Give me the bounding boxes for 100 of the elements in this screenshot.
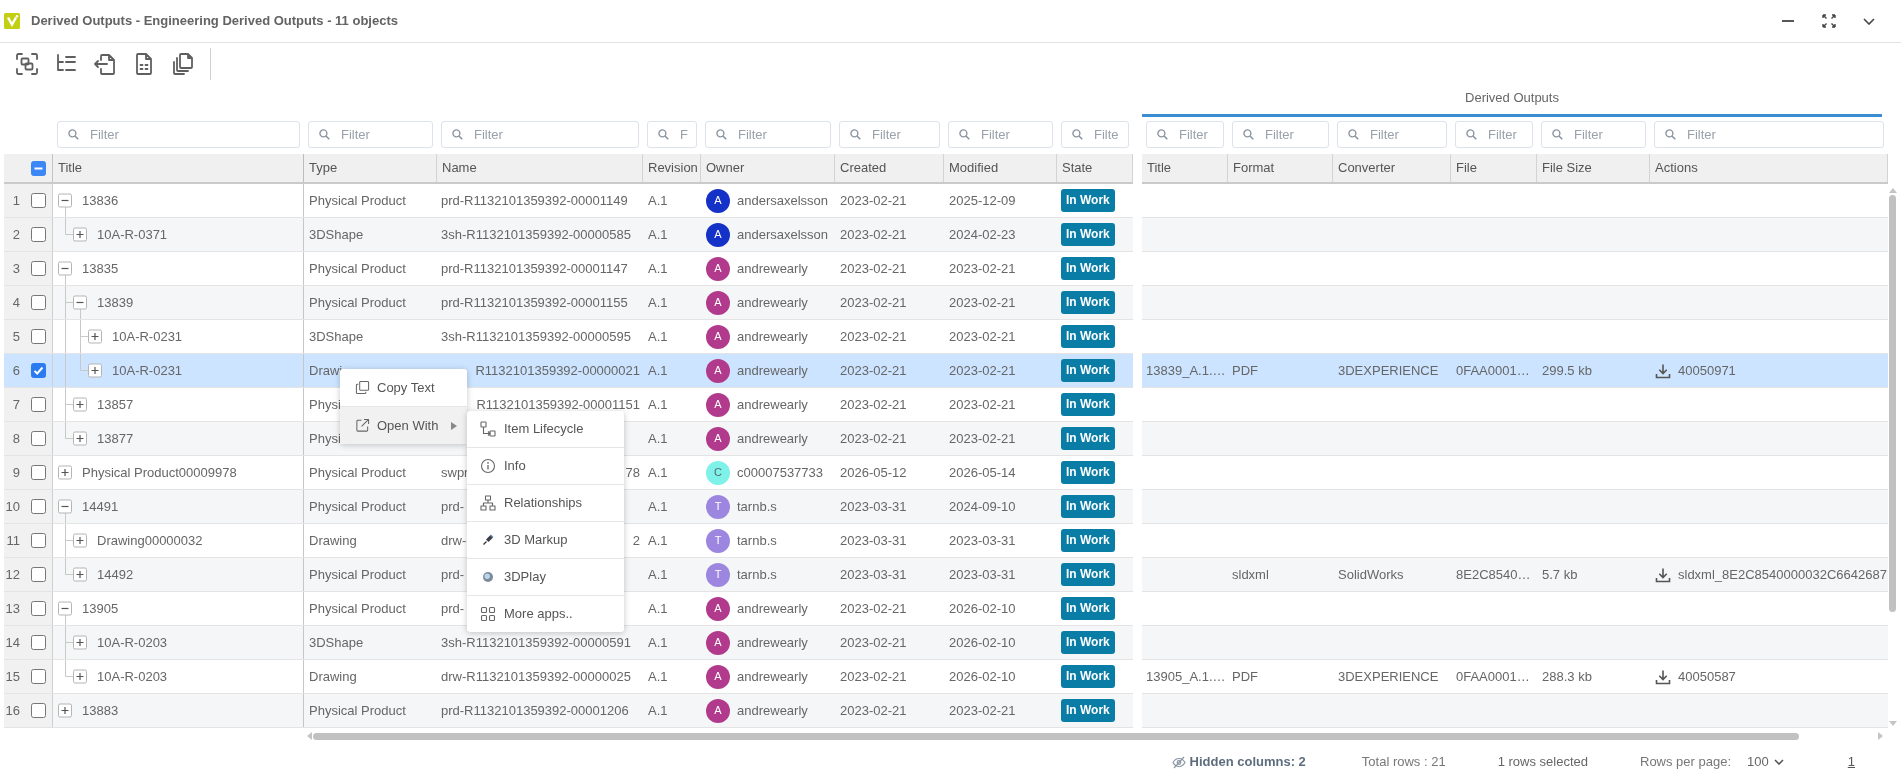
vertical-scrollbar-thumb[interactable] xyxy=(1889,195,1896,612)
table-row[interactable]: 16 13883 Physical Product prd-R1132101359392-00001206 A.1 A andrewearly 2023-02-21 2023-02-21 In Work xyxy=(4,694,1133,728)
filter-field[interactable]: Filter xyxy=(1455,121,1533,148)
item-title[interactable]: Physical Product00009978 xyxy=(82,462,237,483)
horizontal-scrollbar-thumb[interactable] xyxy=(313,732,1799,740)
menu-item[interactable]: 3DPlay xyxy=(467,558,624,595)
column-header[interactable]: File xyxy=(1451,154,1537,182)
row-checkbox[interactable] xyxy=(31,669,46,684)
item-title[interactable]: 10A-R-0371 xyxy=(97,224,168,245)
expand-icon[interactable] xyxy=(73,567,87,582)
column-header[interactable]: Converter xyxy=(1333,154,1451,182)
row-checkbox[interactable] xyxy=(31,193,46,208)
table-row[interactable]: 5 10A-R-0231 3DShape 3sh-R1132101359392-00000595 A.1 A andrewearly 2023-02-21 2023-02-21 In Work xyxy=(4,320,1133,354)
item-title[interactable]: Drawing00000032 xyxy=(97,530,203,551)
item-title[interactable]: 13905 xyxy=(82,598,119,619)
column-header[interactable]: Format xyxy=(1228,154,1333,182)
table-row[interactable]: 1 13836 Physical Product prd-R1132101359392-00001149 A.1 A andersaxelsson 2023-02-21 2025-12-09 In Work xyxy=(4,184,1133,218)
item-title[interactable]: 13883 xyxy=(82,700,119,721)
chevron-down-icon[interactable] xyxy=(1863,17,1875,25)
row-checkbox[interactable] xyxy=(31,397,46,412)
item-title[interactable]: 10A-R-0203 xyxy=(97,632,168,653)
menu-item[interactable]: Relationships xyxy=(467,484,624,521)
row-checkbox[interactable] xyxy=(31,227,46,242)
table-row[interactable]: 2 10A-R-0371 3DShape 3sh-R1132101359392-00000585 A.1 A andersaxelsson 2023-02-21 2024-02-23 In Work xyxy=(4,218,1133,252)
column-header[interactable]: File Size xyxy=(1537,154,1650,182)
row-checkbox[interactable] xyxy=(31,465,46,480)
menu-item[interactable]: Info xyxy=(467,447,624,484)
row-checkbox[interactable] xyxy=(31,329,46,344)
expand-icon[interactable] xyxy=(58,703,72,718)
download-link[interactable]: 40050971 xyxy=(1655,360,1736,381)
table-row[interactable]: 15 10A-R-0203 Drawing drw-R1132101359392-00000025 A.1 A andrewearly 2023-02-21 2026-02-10 In Work xyxy=(4,660,1133,694)
menu-item[interactable]: Open With xyxy=(340,406,467,444)
filter-field[interactable]: Filter xyxy=(1232,121,1329,148)
filter-field[interactable]: Filter xyxy=(705,121,831,148)
filter-field[interactable]: Filter xyxy=(308,121,433,148)
column-header[interactable]: Title xyxy=(1142,154,1228,182)
column-header[interactable]: Created xyxy=(835,154,944,182)
output-row[interactable]: sldxml SolidWorks 8E2C8540… 5.7 kb sldxml_8E2C8540000032C6642687 xyxy=(1142,558,1888,592)
item-title[interactable]: 13839 xyxy=(97,292,134,313)
item-title[interactable]: 14491 xyxy=(82,496,119,517)
item-title[interactable]: 14492 xyxy=(97,564,134,585)
filter-field[interactable]: Filter xyxy=(1146,121,1224,148)
row-checkbox[interactable] xyxy=(31,295,46,310)
table-row[interactable]: 4 13839 Physical Product prd-R1132101359392-00001155 A.1 A andrewearly 2023-02-21 2023-02-21 In Work xyxy=(4,286,1133,320)
column-header[interactable]: Actions xyxy=(1650,154,1888,182)
file-arrow-icon[interactable] xyxy=(93,51,117,76)
table-row[interactable]: 3 13835 Physical Product prd-R1132101359392-00001147 A.1 A andrewearly 2023-02-21 2023-02-21 In Work xyxy=(4,252,1133,286)
page-link[interactable]: 1 xyxy=(1847,752,1855,772)
filter-field[interactable]: Filter xyxy=(441,121,639,148)
download-link[interactable]: sldxml_8E2C8540000032C6642687 xyxy=(1655,564,1887,585)
column-header[interactable]: Name xyxy=(437,154,643,182)
column-header[interactable]: Owner xyxy=(701,154,835,182)
rows-per-page-dropdown[interactable]: 100 xyxy=(1745,752,1786,772)
column-header[interactable]: Modified xyxy=(944,154,1057,182)
document-stack-icon[interactable] xyxy=(171,51,195,76)
filter-field[interactable]: Filter xyxy=(1541,121,1646,148)
row-checkbox[interactable] xyxy=(31,499,46,514)
item-title[interactable]: 10A-R-0231 xyxy=(112,326,183,347)
item-title[interactable]: 10A-R-0203 xyxy=(97,666,168,687)
column-header[interactable]: State xyxy=(1057,154,1133,182)
output-row[interactable]: 13839_A.1.… PDF 3DEXPERIENCE 0FAA0001… 299.5 kb 40050971 xyxy=(1142,354,1888,388)
download-link[interactable]: 40050587 xyxy=(1655,666,1736,687)
filter-field[interactable]: Filter xyxy=(57,121,300,148)
column-header[interactable]: Title xyxy=(53,154,304,182)
expand-icon[interactable] xyxy=(73,431,87,446)
row-checkbox[interactable] xyxy=(31,533,46,548)
row-checkbox[interactable] xyxy=(31,567,46,582)
table-row[interactable]: 14 10A-R-0203 3DShape 3sh-R1132101359392-00000591 A.1 A andrewearly 2023-02-21 2026-02-10 In Work xyxy=(4,626,1133,660)
expand-icon[interactable] xyxy=(58,465,72,480)
filter-field[interactable]: F xyxy=(647,121,697,148)
row-checkbox[interactable] xyxy=(31,261,46,276)
collapse-icon[interactable] xyxy=(58,499,72,514)
column-header[interactable]: Revision xyxy=(643,154,701,182)
frame-select-icon[interactable] xyxy=(15,51,39,76)
item-title[interactable]: 10A-R-0231 xyxy=(112,360,183,381)
hidden-columns-label[interactable]: Hidden columns: 2 xyxy=(1189,752,1306,772)
collapse-icon[interactable] xyxy=(58,193,72,208)
row-checkbox[interactable] xyxy=(31,601,46,616)
filter-field[interactable]: Filter xyxy=(1654,121,1884,148)
expand-icon[interactable] xyxy=(88,329,102,344)
expand-icon[interactable] xyxy=(73,533,87,548)
item-title[interactable]: 13836 xyxy=(82,190,119,211)
menu-item[interactable]: 3D Markup xyxy=(467,521,624,558)
item-title[interactable]: 13877 xyxy=(97,428,134,449)
filter-field[interactable]: Filter xyxy=(1337,121,1447,148)
expand-icon[interactable] xyxy=(73,635,87,650)
filter-field[interactable]: Filter xyxy=(948,121,1053,148)
menu-item[interactable]: More apps.. xyxy=(467,595,624,632)
filter-field[interactable]: Filte xyxy=(1061,121,1129,148)
expand-icon[interactable] xyxy=(73,397,87,412)
expand-icon[interactable] xyxy=(73,227,87,242)
expand-icon[interactable] xyxy=(73,669,87,684)
row-checkbox[interactable] xyxy=(31,431,46,446)
item-title[interactable]: 13835 xyxy=(82,258,119,279)
collapse-icon[interactable] xyxy=(58,261,72,276)
expand-icon[interactable] xyxy=(88,363,102,378)
collapse-icon[interactable] xyxy=(58,601,72,616)
column-header[interactable]: Type xyxy=(304,154,437,182)
item-title[interactable]: 13857 xyxy=(97,394,134,415)
row-checkbox[interactable] xyxy=(31,635,46,650)
